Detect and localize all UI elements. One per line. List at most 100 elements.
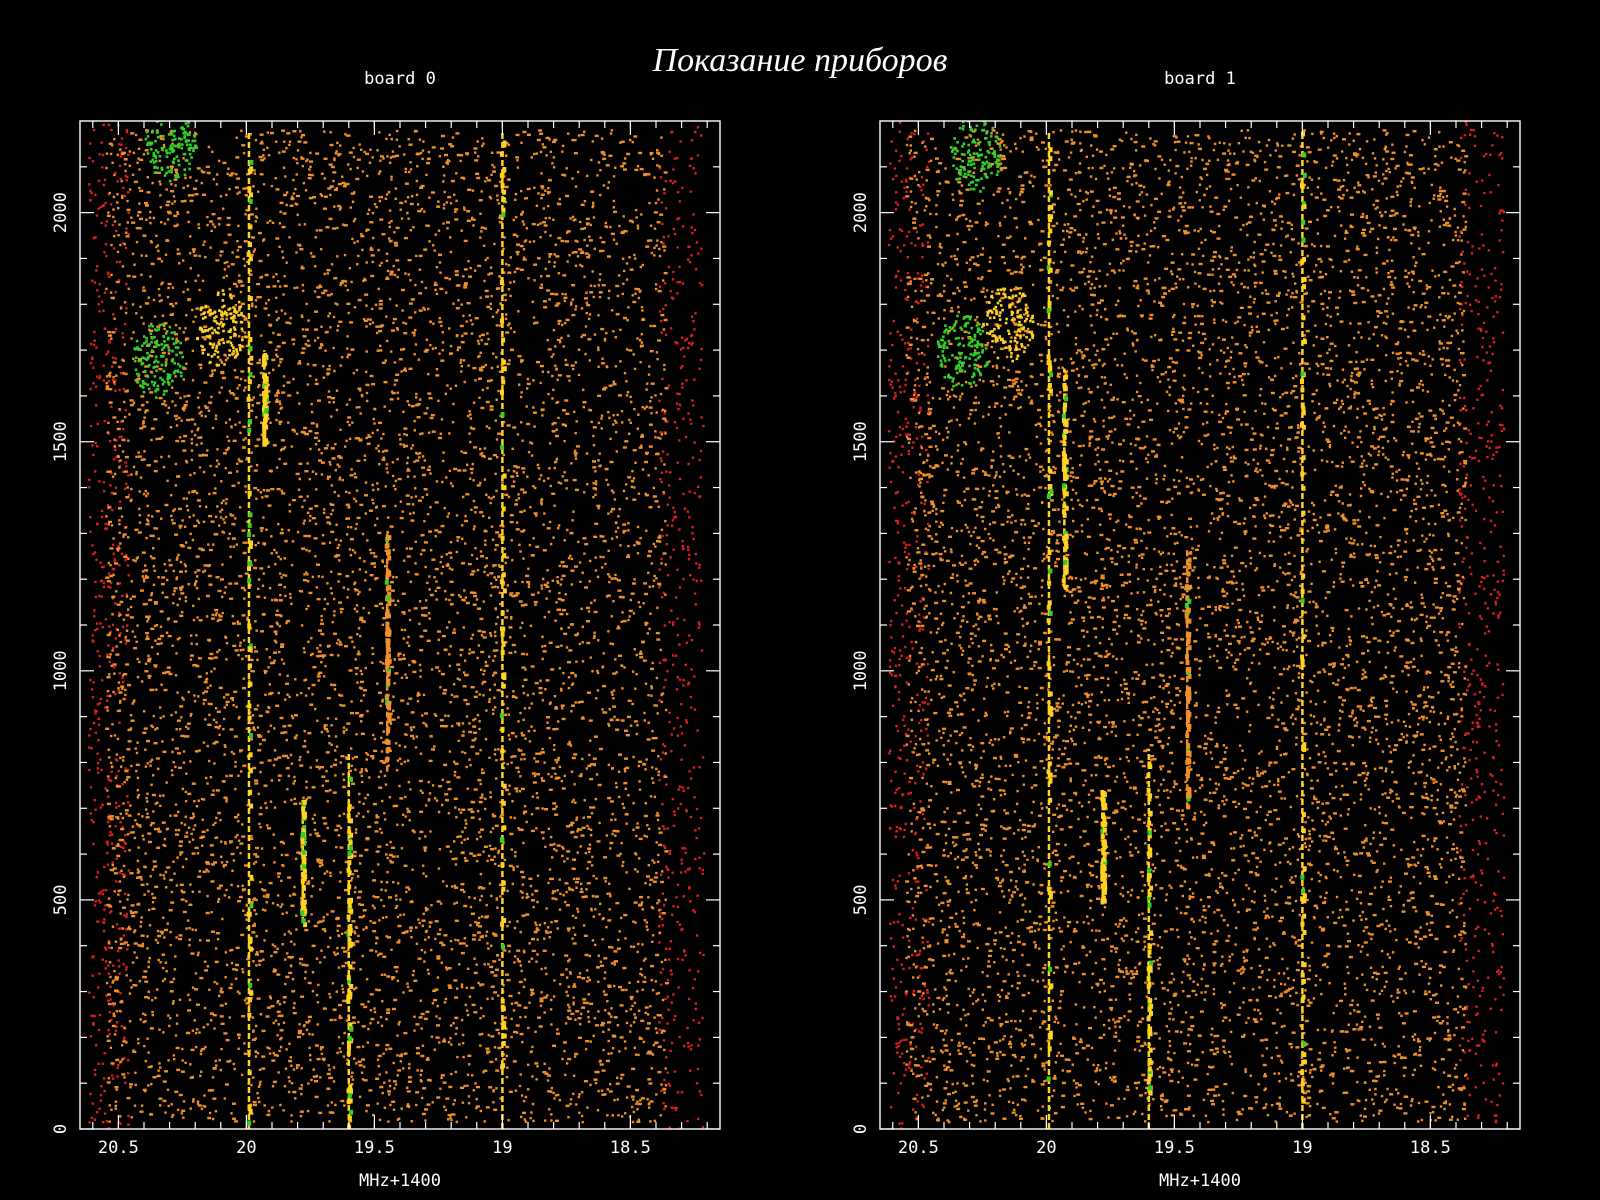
noise-dot [259, 1080, 262, 1084]
noise-dot [182, 331, 185, 334]
noise-dot [674, 232, 677, 236]
noise-dot [623, 781, 628, 785]
noise-dot [330, 484, 333, 487]
noise-dot [452, 1103, 455, 1106]
noise-dot [232, 1102, 236, 1105]
noise-dot [633, 1001, 637, 1005]
noise-dot [334, 469, 337, 472]
noise-dot [420, 280, 424, 284]
noise-dot [700, 1093, 703, 1097]
noise-dot [219, 1015, 224, 1018]
noise-dot [177, 507, 182, 511]
noise-dot [647, 1022, 651, 1025]
noise-dot [350, 348, 355, 351]
noise-dot [299, 1114, 303, 1118]
noise-dot [153, 469, 158, 473]
noise-dot [392, 317, 397, 321]
noise-dot [382, 1052, 385, 1055]
noise-dot [688, 997, 691, 1001]
noise-dot [655, 676, 659, 680]
noise-dot [673, 810, 676, 813]
noise-dot [203, 1105, 207, 1108]
noise-dot [360, 699, 363, 702]
noise-dot [154, 827, 157, 831]
noise-dot [205, 594, 210, 598]
noise-dot [286, 674, 289, 677]
noise-dot [552, 328, 556, 332]
noise-dot [93, 1068, 97, 1072]
noise-dot [381, 233, 386, 236]
noise-dot [612, 689, 616, 692]
noise-dot [553, 265, 556, 268]
noise-dot [687, 245, 690, 248]
noise-dot [646, 875, 650, 878]
noise-dot [403, 332, 408, 335]
noise-dot [292, 782, 295, 785]
noise-dot [320, 343, 323, 346]
noise-dot [468, 275, 473, 278]
noise-dot [100, 1085, 103, 1088]
noise-dot [413, 1015, 416, 1018]
noise-dot [140, 395, 145, 398]
noise-dot [463, 206, 466, 209]
noise-dot [274, 563, 277, 566]
noise-dot [625, 734, 630, 737]
noise-dot [403, 1031, 408, 1035]
noise-dot [202, 698, 207, 702]
noise-dot [596, 1109, 600, 1112]
noise-dot [133, 635, 137, 638]
noise-dot [562, 682, 565, 685]
noise-dot [328, 1076, 331, 1080]
noise-dot [468, 314, 471, 317]
noise-dot [473, 897, 476, 900]
noise-dot [664, 898, 667, 901]
noise-dot [272, 275, 275, 279]
noise-dot [166, 295, 170, 299]
noise-dot [397, 882, 400, 885]
noise-dot [244, 490, 248, 494]
noise-dot [481, 771, 485, 775]
noise-dot [111, 861, 114, 864]
noise-dot [676, 191, 680, 194]
noise-dot [296, 530, 300, 534]
noise-dot [273, 659, 276, 662]
noise-dot [565, 612, 569, 616]
noise-dot [412, 969, 415, 973]
noise-dot [652, 495, 657, 498]
noise-dot [452, 302, 455, 305]
noise-dot [490, 985, 495, 988]
noise-dot [342, 730, 346, 733]
noise-dot [680, 858, 683, 862]
noise-dot [121, 419, 124, 423]
noise-dot [582, 924, 586, 927]
noise-dot [542, 577, 545, 581]
noise-dot [654, 430, 657, 433]
noise-dot [404, 167, 407, 171]
noise-dot [571, 937, 574, 940]
noise-dot [603, 856, 607, 859]
noise-dot [568, 1006, 571, 1009]
noise-dot [267, 154, 271, 157]
noise-dot [698, 1038, 701, 1041]
noise-dot [520, 213, 523, 216]
noise-dot [456, 334, 459, 337]
noise-dot [127, 1123, 130, 1126]
noise-dot [330, 397, 335, 400]
noise-dot [466, 1073, 470, 1076]
noise-dot [290, 197, 295, 201]
noise-dot [143, 970, 148, 973]
noise-dot [666, 524, 669, 527]
noise-dot [150, 262, 155, 266]
noise-dot [434, 346, 437, 350]
noise-dot [323, 272, 326, 276]
noise-dot [399, 201, 404, 205]
noise-dot [459, 361, 462, 364]
noise-dot [288, 510, 292, 513]
noise-dot [403, 367, 407, 370]
noise-dot [224, 586, 227, 589]
noise-dot [119, 372, 123, 375]
noise-dot [454, 863, 458, 866]
noise-dot [377, 775, 381, 779]
noise-dot [445, 884, 448, 888]
noise-dot [262, 572, 265, 575]
